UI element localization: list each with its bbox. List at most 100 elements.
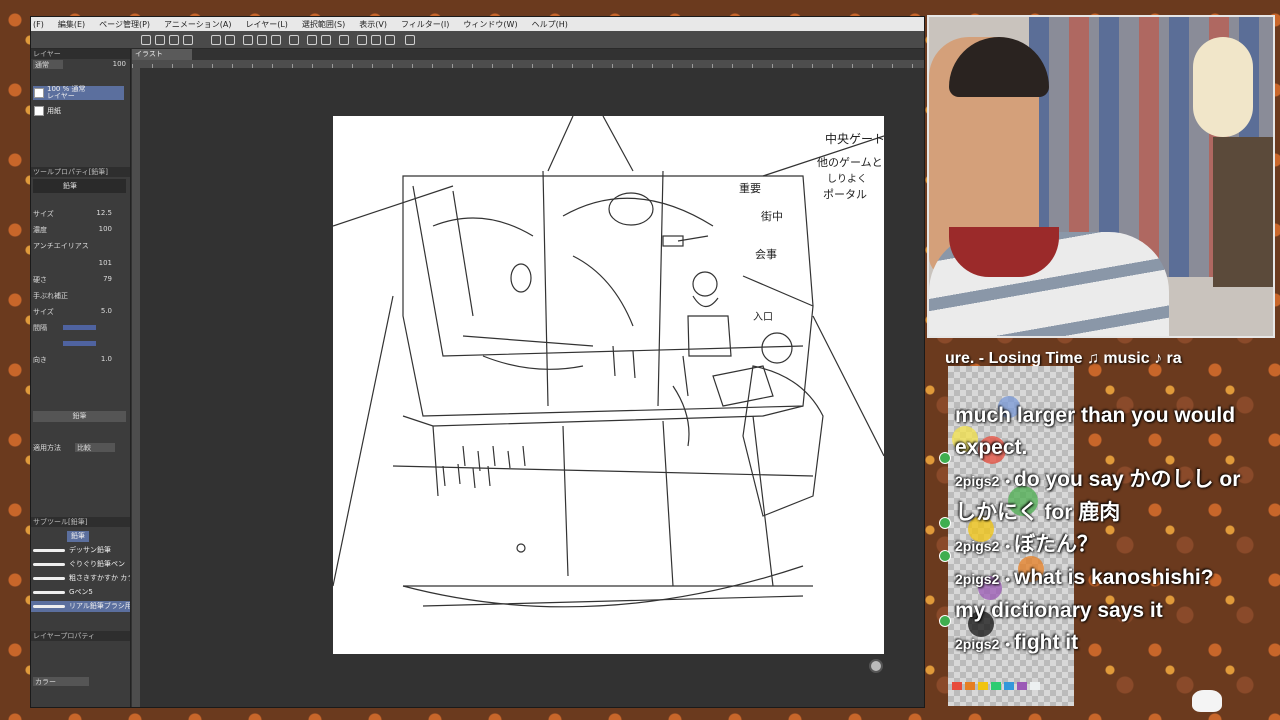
note-portal: ポータル <box>823 188 867 201</box>
property-label: アンチエイリアス <box>33 242 89 250</box>
deselect-icon[interactable] <box>321 35 331 45</box>
property-row-direction[interactable]: 向き 1.0 <box>33 355 126 364</box>
brush-item-rough[interactable]: 粗さきすかすか カラー <box>31 573 130 584</box>
help-icon[interactable] <box>405 35 415 45</box>
color-palette-strip <box>948 682 1074 692</box>
swatch <box>1017 682 1027 690</box>
menu-file[interactable]: (F) <box>33 20 44 29</box>
brush-stroke-preview <box>33 563 65 566</box>
chat-separator: • <box>1005 636 1014 652</box>
pen-icon[interactable] <box>357 35 367 45</box>
open-file-icon[interactable] <box>155 35 165 45</box>
clip-studio-window: (F) 編集(E) ページ管理(P) アニメーション(A) レイヤー(L) 選択… <box>30 16 925 708</box>
note-other-games: 他のゲームと <box>817 156 883 169</box>
layer-item-paper[interactable]: 用紙 <box>33 104 124 118</box>
property-row-blank[interactable] <box>33 339 126 348</box>
menu-page[interactable]: ページ管理(P) <box>99 19 150 30</box>
apply-method-label: 適用方法 <box>33 444 61 452</box>
layer-thumbnail <box>34 106 44 116</box>
menu-animation[interactable]: アニメーション(A) <box>164 19 231 30</box>
sub-tool-tab-pencil[interactable]: 鉛筆 <box>67 531 89 542</box>
menu-view[interactable]: 表示(V) <box>359 19 387 30</box>
property-row-antialias[interactable]: アンチエイリアス <box>33 241 126 250</box>
brush-name: Gペン5 <box>69 588 93 596</box>
menu-help[interactable]: ヘルプ(H) <box>532 19 568 30</box>
print-icon[interactable] <box>183 35 193 45</box>
pen-alt-icon[interactable] <box>371 35 381 45</box>
chat-text: much larger than you would expect. <box>955 404 1236 459</box>
apply-method-select[interactable]: 比較 <box>75 443 115 452</box>
chat-username[interactable]: 2pigs2 <box>955 571 999 587</box>
chat-overlay: much larger than you would expect. 2pigs… <box>939 400 1245 660</box>
brightness-icon[interactable] <box>243 35 253 45</box>
transform-icon[interactable] <box>271 35 281 45</box>
chat-message: 2pigs2 • do you say かのしし or しかにく for 鹿肉 <box>939 452 1245 529</box>
crop-icon[interactable] <box>289 35 299 45</box>
property-row-size-2[interactable]: サイズ 5.0 <box>33 307 126 316</box>
property-row-unnamed[interactable]: 101 <box>33 259 126 268</box>
menu-window[interactable]: ウィンドウ(W) <box>463 19 517 30</box>
chat-username[interactable]: 2pigs2 <box>955 636 999 652</box>
horizontal-ruler <box>132 60 924 68</box>
property-value: 101 <box>98 259 112 267</box>
swatch <box>991 682 1001 690</box>
property-row-spacing[interactable]: 間隔 <box>33 323 126 332</box>
sub-tool-header: サブツール[鉛筆] <box>31 517 130 527</box>
property-value: 79 <box>103 275 112 283</box>
brush-name: リアル鉛筆ブラシ用 <box>69 602 130 610</box>
property-label: 間隔 <box>33 324 47 332</box>
layer-property-header: レイヤープロパティ <box>31 631 130 641</box>
sketch-drawing <box>333 116 884 608</box>
layer-panel-header: レイヤー <box>31 49 130 59</box>
blank-bar[interactable] <box>63 341 96 346</box>
menu-layer[interactable]: レイヤー(L) <box>245 19 287 30</box>
subscriber-badge-icon <box>939 615 951 627</box>
opacity-value[interactable]: 100 <box>113 60 126 68</box>
chat-username[interactable]: 2pigs2 <box>955 538 999 554</box>
chat-username[interactable]: 2pigs2 <box>955 473 999 489</box>
menu-edit[interactable]: 編集(E) <box>58 19 85 30</box>
blend-mode-row: 通常 100 <box>33 60 126 69</box>
brush-stroke-preview <box>33 591 65 594</box>
color-select[interactable]: カラー <box>33 677 89 686</box>
tool-property-header: ツールプロパティ[鉛筆] <box>31 167 130 177</box>
menu-filter[interactable]: フィルター(I) <box>401 19 449 30</box>
apply-method-row[interactable]: 適用方法 比較 <box>33 443 126 452</box>
select-all-icon[interactable] <box>307 35 317 45</box>
property-row-density[interactable]: 濃度 100 <box>33 225 126 234</box>
drawing-canvas[interactable]: 中央ゲート 他のゲームと しりよく ポータル 重要 街中 会事 入口 <box>333 116 886 654</box>
brush-item-dessin[interactable]: デッサン鉛筆 <box>31 545 130 556</box>
property-row-size[interactable]: サイズ 12.5 <box>33 209 126 218</box>
brush-item-real-pencil[interactable]: リアル鉛筆ブラシ用 <box>31 601 130 612</box>
cursor-avatar-icon <box>869 659 883 673</box>
fill-icon[interactable] <box>257 35 267 45</box>
menu-selection[interactable]: 選択範囲(S) <box>302 19 345 30</box>
property-label: 手ぶれ補正 <box>33 292 68 300</box>
property-row-stabilization[interactable]: 手ぶれ補正 <box>33 291 126 300</box>
ruler-icon[interactable] <box>385 35 395 45</box>
command-bar <box>31 31 924 49</box>
document-tab[interactable]: イラスト <box>132 49 192 60</box>
new-file-icon[interactable] <box>141 35 151 45</box>
invert-icon[interactable] <box>339 35 349 45</box>
swatch <box>952 682 962 690</box>
layer-item-sketch[interactable]: 100 % 通常 レイヤー <box>33 86 124 100</box>
redo-icon[interactable] <box>225 35 235 45</box>
swatch <box>1004 682 1014 690</box>
color-row[interactable]: カラー <box>33 677 126 686</box>
pencil-label: 鉛筆 <box>72 412 87 420</box>
webcam-feed <box>927 15 1275 338</box>
brush-item-guriguri[interactable]: ぐりぐり鉛筆ペン <box>31 559 130 570</box>
chat-text: fight it <box>1014 631 1079 654</box>
note-central-gate: 中央ゲート <box>825 132 886 146</box>
pencil-button[interactable]: 鉛筆 <box>33 411 126 422</box>
brush-item-gpen[interactable]: Gペン5 <box>31 587 130 598</box>
spacing-bar[interactable] <box>63 325 96 330</box>
blend-mode-select[interactable]: 通常 <box>33 60 63 69</box>
tool-preview: 鉛筆 <box>33 179 126 193</box>
undo-icon[interactable] <box>211 35 221 45</box>
layer-name-label: レイヤー <box>47 92 75 100</box>
property-row-hardness[interactable]: 硬さ 79 <box>33 275 126 284</box>
layer-thumbnail <box>34 88 44 98</box>
save-icon[interactable] <box>169 35 179 45</box>
